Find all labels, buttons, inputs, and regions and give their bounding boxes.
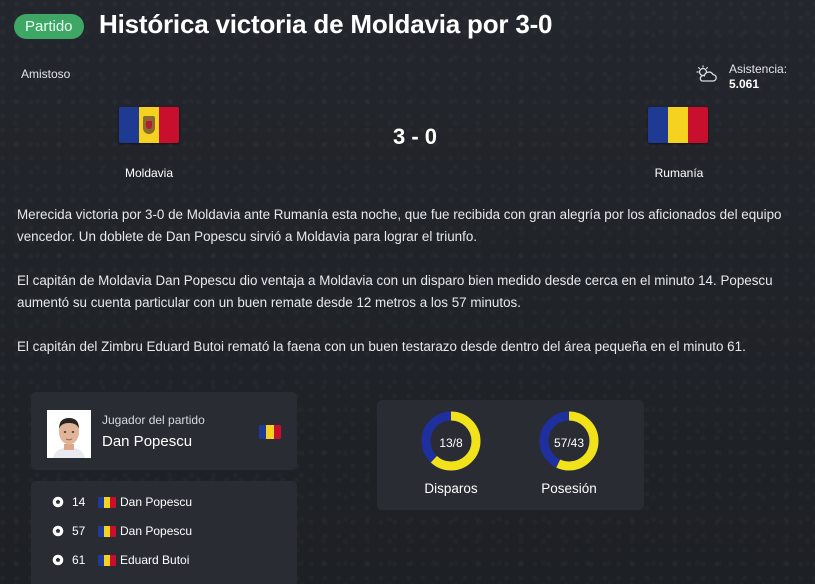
football-icon: [52, 496, 64, 508]
goal-scorer: Dan Popescu: [120, 495, 193, 509]
moldova-flag-icon: [259, 425, 281, 439]
goal-scorer: Dan Popescu: [120, 524, 193, 538]
away-team-name[interactable]: Rumanía: [619, 166, 739, 180]
partly-cloudy-icon: [696, 65, 717, 82]
goal-row[interactable]: 57 Dan Popescu: [52, 522, 192, 540]
report-paragraph: Merecida victoria por 3-0 de Moldavia an…: [17, 207, 782, 244]
report-paragraph: El capitán del Zimbru Eduard Butoi remat…: [17, 339, 746, 354]
report-paragraph: El capitán de Moldavia Dan Popescu dio v…: [17, 273, 773, 310]
player-of-match-name[interactable]: Dan Popescu: [102, 433, 192, 450]
player-of-match-label: Jugador del partido: [102, 413, 205, 427]
match-report: Merecida victoria por 3-0 de Moldavia an…: [17, 204, 807, 380]
attendance-label: Asistencia:: [729, 62, 788, 76]
possession-value: 57/43: [553, 436, 585, 450]
shots-label: Disparos: [424, 481, 478, 496]
goal-row[interactable]: 61 Eduard Butoi: [52, 551, 189, 569]
match-type: Amistoso: [21, 67, 71, 81]
football-icon: [52, 554, 64, 566]
away-team-flag: [648, 107, 708, 143]
player-avatar: [47, 410, 91, 458]
goal-minute: 57: [72, 524, 86, 538]
attendance-value: 5.061: [729, 77, 760, 91]
goal-row[interactable]: 14 Dan Popescu: [52, 493, 192, 511]
shots-value: 13/8: [439, 436, 463, 450]
football-icon: [52, 525, 64, 537]
goal-minute: 61: [72, 553, 86, 567]
moldova-flag-icon: [98, 496, 116, 508]
home-team-name[interactable]: Moldavia: [89, 166, 209, 180]
goal-minute: 14: [72, 495, 86, 509]
section-tag: Partido: [14, 14, 84, 39]
page-title: Histórica victoria de Moldavia por 3-0: [99, 9, 553, 39]
goal-scorer: Eduard Butoi: [120, 553, 190, 567]
match-score: 3 - 0: [392, 124, 438, 149]
coat-of-arms-icon: [143, 116, 155, 134]
possession-label: Posesión: [541, 481, 597, 496]
moldova-flag-icon: [98, 554, 116, 566]
home-team-flag: [119, 107, 179, 143]
moldova-flag-icon: [98, 525, 116, 537]
